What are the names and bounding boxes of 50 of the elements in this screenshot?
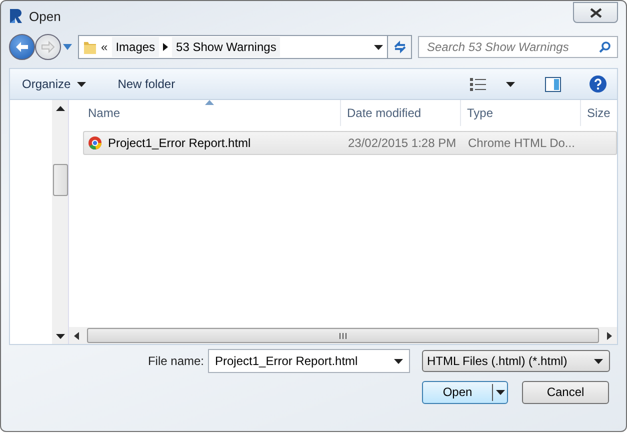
caret-icon <box>76 82 86 86</box>
breadcrumb-item[interactable]: Images <box>112 37 160 57</box>
overflow-chevron[interactable]: « <box>101 40 108 54</box>
history-caret-icon[interactable] <box>63 44 72 50</box>
file-name-field[interactable]: Project1_Error Report.html <box>208 349 410 373</box>
search-field[interactable]: Search 53 Show Warnings <box>418 36 618 58</box>
horizontal-scrollbar[interactable] <box>69 327 617 344</box>
type-cell-text: Chrome HTML Do... <box>467 136 576 150</box>
file-name-cell: Project1_Error Report.html <box>108 136 251 150</box>
caret-icon <box>506 82 515 86</box>
dropdown-caret-icon <box>394 358 403 364</box>
caret-icon <box>496 390 504 394</box>
cancel-button[interactable]: Cancel <box>522 380 609 404</box>
file-row[interactable]: Project1_Error Report.html 23/02/2015 1:28 PM Chrome HTML Do... <box>83 131 617 155</box>
preview-pane-icon[interactable] <box>545 76 561 92</box>
window-title: Open <box>29 8 62 24</box>
search-icon <box>599 41 611 53</box>
grip-icon <box>339 332 347 338</box>
chevron-right-icon[interactable] <box>163 43 168 51</box>
new-folder-button[interactable]: New folder <box>116 75 178 93</box>
scroll-thumb[interactable] <box>52 164 68 196</box>
vertical-scrollbar[interactable] <box>52 100 69 344</box>
caret-icon <box>594 358 603 364</box>
refresh-icon <box>392 40 406 54</box>
file-name-label: File name: <box>148 354 204 368</box>
file-type-dropdown[interactable]: HTML Files (.html) (*.html) <box>422 350 610 372</box>
close-button[interactable] <box>573 2 618 23</box>
refresh-button[interactable] <box>387 36 411 58</box>
help-icon[interactable] <box>589 75 607 93</box>
breadcrumb-item[interactable]: 53 Show Warnings <box>172 37 280 57</box>
date-cell-text: 23/02/2015 1:28 PM <box>347 136 458 150</box>
back-button[interactable] <box>9 34 35 60</box>
address-dropdown-icon <box>374 44 383 50</box>
column-header[interactable]: Size <box>581 100 617 126</box>
scroll-down-icon <box>56 334 64 338</box>
view-menu[interactable] <box>468 76 517 92</box>
address-bar[interactable]: « Images 53 Show Warnings <box>78 35 412 59</box>
open-button[interactable]: Open <box>422 380 508 404</box>
forward-button[interactable] <box>35 34 61 60</box>
arrow-left-icon <box>15 41 29 53</box>
organize-menu[interactable]: Organize <box>20 75 88 93</box>
app-logo-icon <box>9 8 23 24</box>
column-header[interactable]: Type <box>461 100 581 126</box>
arrow-right-icon <box>41 41 55 53</box>
column-header[interactable]: Date modified <box>341 100 461 126</box>
list-view-icon <box>470 78 486 90</box>
browser-file-icon <box>88 136 102 150</box>
scroll-up-icon <box>56 106 64 110</box>
close-icon <box>590 8 602 18</box>
folder-icon <box>83 39 97 55</box>
